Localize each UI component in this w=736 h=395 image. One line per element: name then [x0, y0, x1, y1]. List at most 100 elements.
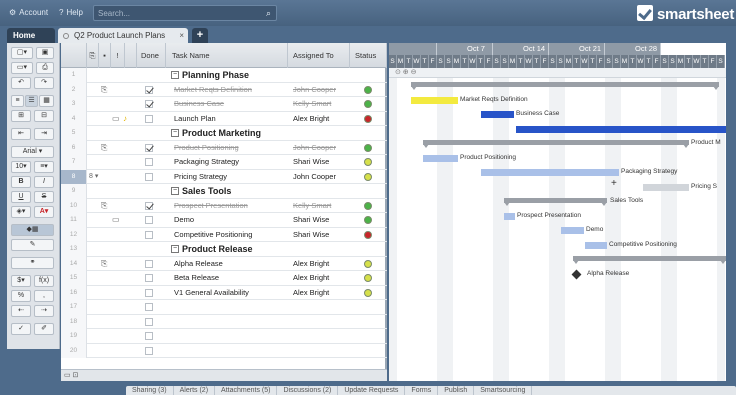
new-menu-button[interactable]: ▢▾: [11, 47, 33, 59]
gantt-zoom-icons[interactable]: ⊙ ⊕ ⊖: [395, 69, 417, 76]
status-column-header[interactable]: Status: [350, 43, 387, 68]
done-checkbox[interactable]: [145, 114, 153, 123]
table-row[interactable]: 18: [61, 314, 387, 330]
table-row[interactable]: 88 ▾ Pricing Strategy John Cooper: [61, 169, 387, 184]
highlight-button[interactable]: ✎: [11, 239, 54, 251]
table-row[interactable]: 10 ⎘ Prospect Presentation Kelly Smart: [61, 198, 387, 213]
collapse-toggle-icon[interactable]: −: [171, 245, 179, 253]
assigned-to-column-header[interactable]: Assigned To: [288, 43, 350, 68]
comment-icon[interactable]: ▭: [112, 112, 120, 126]
text-color-button[interactable]: A▾: [34, 206, 54, 218]
task-name-cell[interactable]: Beta Release: [174, 271, 290, 286]
decrease-decimal-button[interactable]: ⇠: [11, 305, 31, 317]
table-row[interactable]: 4 ▭ ♪ Launch Plan Alex Bright: [61, 111, 387, 127]
assigned-to-cell[interactable]: John Cooper: [293, 83, 351, 98]
table-row[interactable]: 17: [61, 300, 387, 315]
bottom-tab[interactable]: Discussions (2): [277, 386, 339, 395]
status-indicator-icon[interactable]: [364, 259, 372, 268]
task-name-cell[interactable]: [174, 300, 290, 315]
assigned-to-cell[interactable]: Alex Bright: [293, 112, 351, 127]
table-row[interactable]: 14 ⎘ Alpha Release Alex Bright: [61, 256, 387, 271]
undo-button[interactable]: ↶: [11, 77, 31, 89]
close-tab-icon[interactable]: ×: [179, 28, 184, 43]
phase-name[interactable]: Product Marketing: [182, 126, 298, 141]
done-checkbox[interactable]: [145, 201, 153, 210]
strikethrough-button[interactable]: S: [34, 191, 54, 203]
task-name-column-header[interactable]: Task Name: [166, 43, 288, 68]
milestone-diamond-icon[interactable]: [571, 269, 582, 279]
done-checkbox[interactable]: [145, 259, 153, 268]
row-number[interactable]: 16: [61, 285, 87, 300]
task-name-cell[interactable]: Competitive Positioning: [174, 228, 290, 243]
phase-row[interactable]: 5 − Product Marketing: [61, 126, 387, 141]
color-palette-button[interactable]: ◆▦: [11, 224, 54, 236]
collapse-toggle-icon[interactable]: −: [171, 129, 179, 137]
summary-bar-product-marketing[interactable]: [423, 140, 689, 148]
bottom-tab[interactable]: Forms: [405, 386, 439, 395]
row-number[interactable]: 6: [61, 140, 87, 155]
grid-options-icon[interactable]: ▭ ⊡: [64, 371, 78, 379]
summary-bar-sales-tools[interactable]: [504, 198, 607, 206]
gantt-view-button[interactable]: ☰: [25, 95, 38, 107]
format-painter-button[interactable]: ✐: [34, 323, 54, 335]
assigned-to-cell[interactable]: Kelly Smart: [293, 97, 351, 112]
done-checkbox[interactable]: [145, 100, 153, 108]
table-row[interactable]: 12 Competitive Positioning Shari Wise: [61, 227, 387, 243]
delete-row-button[interactable]: ⊟: [34, 110, 54, 122]
status-indicator-icon[interactable]: [364, 158, 372, 166]
assigned-to-cell[interactable]: John Cooper: [293, 141, 351, 156]
collapse-toggle-icon[interactable]: −: [171, 71, 179, 79]
gantt-bar-market-reqts[interactable]: [411, 96, 458, 104]
row-number[interactable]: 2: [61, 82, 87, 97]
increase-decimal-button[interactable]: ⇢: [34, 305, 54, 317]
status-indicator-icon[interactable]: [364, 143, 372, 152]
bottom-tab[interactable]: Sharing (3): [126, 386, 174, 395]
status-indicator-icon[interactable]: [364, 230, 372, 239]
gantt-bar-product-positioning[interactable]: [423, 154, 458, 162]
assigned-to-cell[interactable]: Shari Wise: [293, 213, 351, 228]
bottom-tab[interactable]: Smartsourcing: [474, 386, 533, 395]
row-number[interactable]: 7: [61, 155, 87, 170]
task-name-cell[interactable]: Business Case: [174, 97, 290, 112]
done-checkbox[interactable]: [145, 274, 153, 282]
task-name-cell[interactable]: V1 General Availability: [174, 286, 290, 301]
clear-format-button[interactable]: ✓: [11, 323, 31, 335]
row-number[interactable]: 10: [61, 198, 87, 213]
attachment-icon[interactable]: ⎘: [101, 199, 107, 213]
font-family-select[interactable]: Arial ▾: [11, 146, 54, 158]
row-number[interactable]: 13: [61, 242, 87, 257]
table-row[interactable]: 3 Business Case Kelly Smart: [61, 97, 387, 112]
indent-button[interactable]: ⇥: [34, 128, 54, 140]
done-checkbox[interactable]: [145, 230, 153, 239]
help-link[interactable]: ? Help: [59, 8, 83, 17]
gantt-bar-competitive[interactable]: [585, 241, 607, 249]
row-number[interactable]: 14: [61, 256, 87, 271]
gantt-bar-launch-plan[interactable]: [516, 125, 726, 133]
phase-row[interactable]: 13 − Product Release: [61, 242, 387, 257]
search-icon[interactable]: ⌕: [262, 7, 275, 19]
phase-row[interactable]: 1 − Planning Phase: [61, 68, 387, 83]
task-name-cell[interactable]: Packaging Strategy: [174, 155, 290, 170]
tab-home[interactable]: Home: [7, 28, 55, 43]
table-row[interactable]: 6 ⎘ Product Positioning John Cooper: [61, 140, 387, 156]
print-button[interactable]: ⎙: [36, 62, 54, 74]
phase-name[interactable]: Sales Tools: [182, 184, 298, 199]
row-number[interactable]: 15: [61, 271, 87, 286]
assigned-to-cell[interactable]: Shari Wise: [293, 228, 351, 243]
decimal-button[interactable]: ,: [34, 290, 54, 302]
insert-row-button[interactable]: ⊞: [11, 110, 31, 122]
assigned-to-cell[interactable]: Shari Wise: [293, 155, 351, 170]
task-name-cell[interactable]: Product Positioning: [174, 141, 290, 156]
bottom-tab[interactable]: Alerts (2): [174, 386, 216, 395]
view-menu-button[interactable]: ▭▾: [11, 62, 33, 74]
underline-button[interactable]: U: [11, 191, 31, 203]
done-checkbox[interactable]: [145, 288, 153, 297]
account-link[interactable]: ⚙ Account: [9, 8, 48, 17]
table-row[interactable]: 7 Packaging Strategy Shari Wise: [61, 155, 387, 170]
task-name-cell[interactable]: [174, 315, 290, 330]
summary-bar-planning[interactable]: [411, 82, 719, 90]
text-align-button[interactable]: ≡▾: [34, 161, 54, 173]
font-size-select[interactable]: 10▾: [11, 161, 31, 173]
attachment-icon[interactable]: ⎘: [101, 141, 107, 155]
done-checkbox[interactable]: [145, 172, 153, 181]
